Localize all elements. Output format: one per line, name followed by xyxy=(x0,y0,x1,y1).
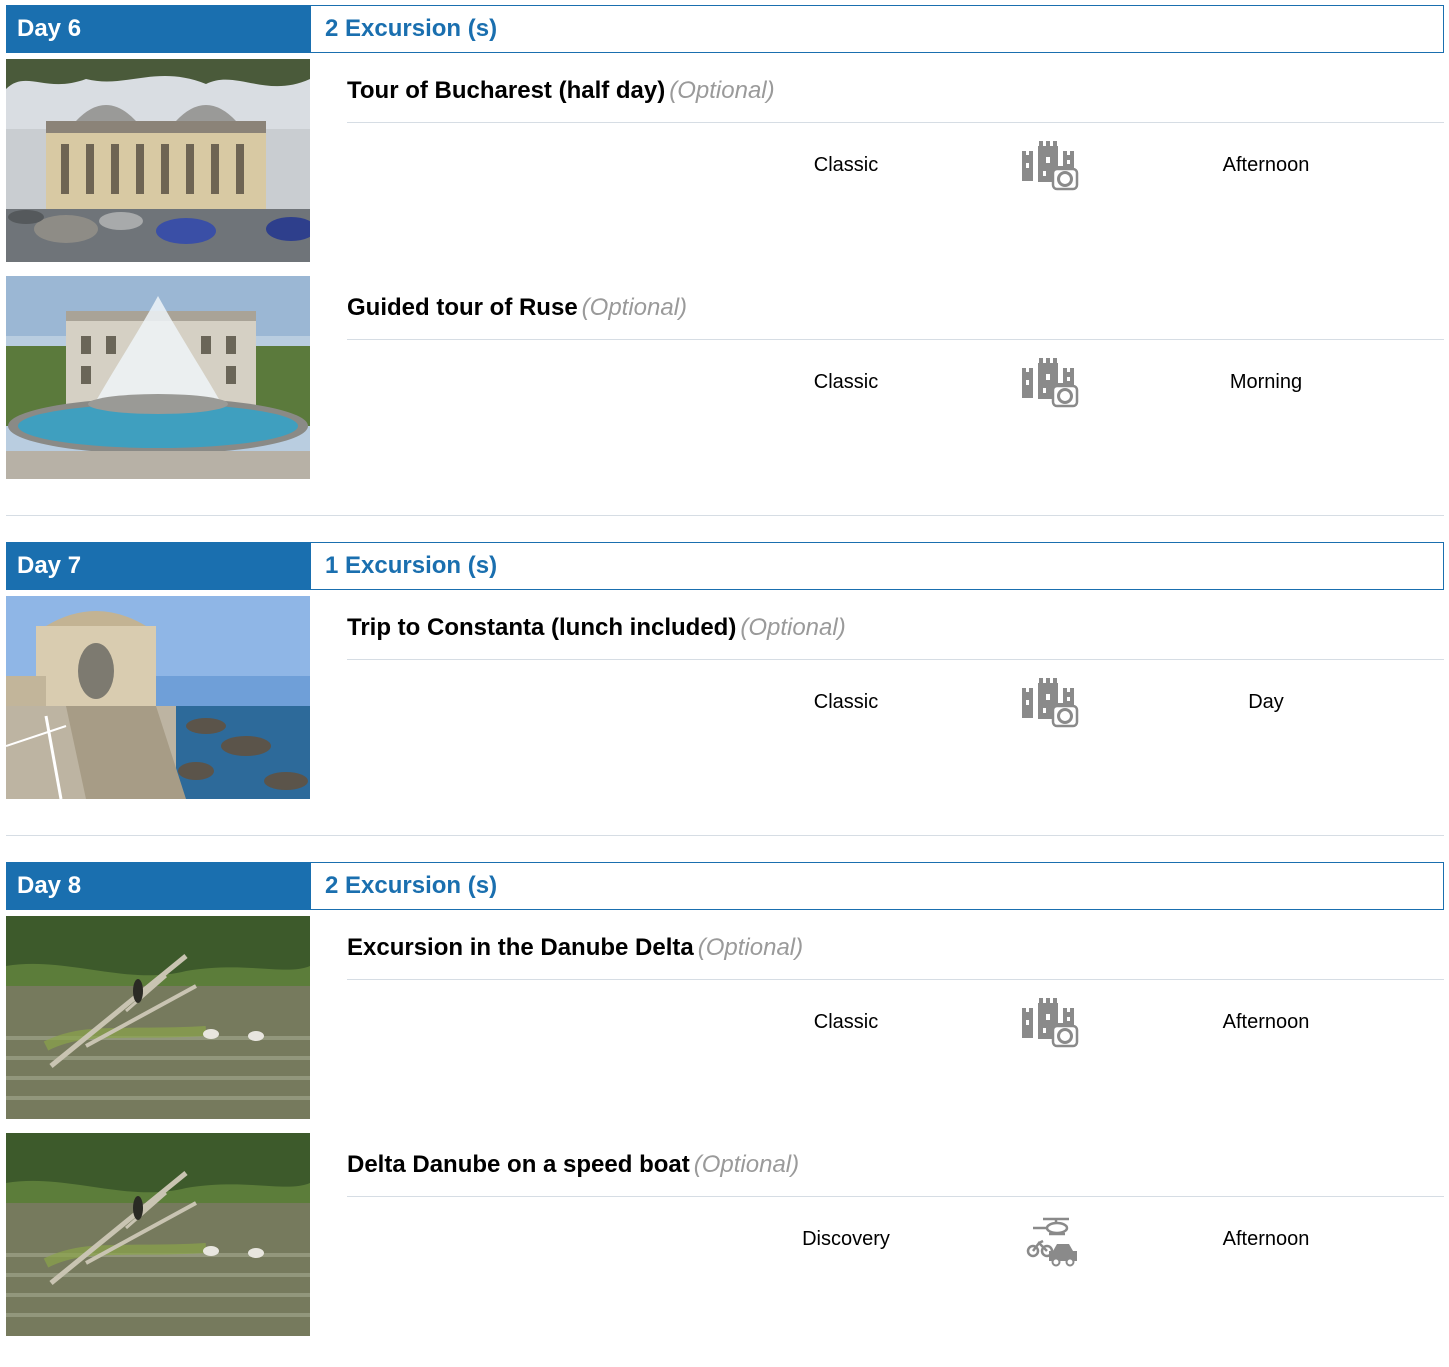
divider xyxy=(347,1196,1444,1197)
excursion-category: Classic xyxy=(813,691,879,713)
day-separator xyxy=(6,835,1444,836)
optional-tag: (Optional) xyxy=(693,1151,800,1178)
excursion-category: Classic xyxy=(813,154,879,176)
divider xyxy=(347,979,1444,980)
day-label: Day 8 xyxy=(7,863,311,909)
ruse-fountain-photo[interactable] xyxy=(6,276,310,479)
day-label: Day 7 xyxy=(7,543,311,589)
castle-camera-icon xyxy=(1019,996,1079,1052)
excursion-title[interactable]: Tour of Bucharest (half day) (Optional) xyxy=(347,77,775,105)
constanta-casino-photo[interactable] xyxy=(6,596,310,799)
optional-tag: (Optional) xyxy=(740,614,846,641)
excursion-count: 1 Excursion (s) xyxy=(325,552,498,579)
optional-tag: (Optional) xyxy=(581,294,688,321)
bucharest-palace-photo[interactable] xyxy=(6,59,310,262)
divider xyxy=(347,339,1444,340)
excursion-time: Afternoon xyxy=(1222,154,1310,176)
excursion-item[interactable]: Tour of Bucharest (half day) (Optional) C… xyxy=(6,59,1444,262)
optional-tag: (Optional) xyxy=(669,77,775,104)
excursion-item[interactable]: Trip to Constanta (lunch included) (Optio… xyxy=(6,596,1444,799)
excursion-item[interactable]: Guided tour of Ruse (Optional) Classic Mo… xyxy=(6,276,1444,479)
day-label: Day 6 xyxy=(7,6,311,52)
day-header: Day 7 1 Excursion (s) xyxy=(6,542,1444,590)
danube-delta-birds-photo[interactable] xyxy=(6,1133,310,1336)
excursion-time: Afternoon xyxy=(1222,1228,1310,1250)
excursion-count: 2 Excursion (s) xyxy=(325,15,498,42)
excursion-title[interactable]: Delta Danube on a speed boat (Optional) xyxy=(347,1151,799,1179)
day-separator xyxy=(6,515,1444,516)
excursion-category: Discovery xyxy=(802,1228,890,1250)
excursion-item[interactable]: Excursion in the Danube Delta (Optional) … xyxy=(6,916,1444,1119)
excursion-item[interactable]: Delta Danube on a speed boat (Optional) D… xyxy=(6,1133,1444,1336)
castle-camera-icon xyxy=(1019,676,1079,732)
helicopter-bike-car-icon xyxy=(1019,1213,1079,1269)
excursion-time: Day xyxy=(1248,691,1284,713)
divider xyxy=(347,122,1444,123)
excursion-time: Afternoon xyxy=(1222,1011,1310,1033)
excursion-title[interactable]: Trip to Constanta (lunch included) (Optio… xyxy=(347,614,846,642)
day-header: Day 8 2 Excursion (s) xyxy=(6,862,1444,910)
excursion-count: 2 Excursion (s) xyxy=(325,872,498,899)
day-section-8: Day 8 2 Excursion (s) xyxy=(6,862,1444,910)
excursion-category: Classic xyxy=(813,371,879,393)
optional-tag: (Optional) xyxy=(697,934,804,961)
day-header: Day 6 2 Excursion (s) xyxy=(6,5,1444,53)
day-section-7: Day 7 1 Excursion (s) xyxy=(6,542,1444,590)
excursion-title[interactable]: Guided tour of Ruse (Optional) xyxy=(347,294,687,322)
excursion-category: Classic xyxy=(813,1011,879,1033)
day-section-6: Day 6 2 Excursion (s) xyxy=(6,5,1444,53)
excursion-title[interactable]: Excursion in the Danube Delta (Optional) xyxy=(347,934,803,962)
divider xyxy=(347,659,1444,660)
castle-camera-icon xyxy=(1019,139,1079,195)
excursion-time: Morning xyxy=(1229,371,1303,393)
castle-camera-icon xyxy=(1019,356,1079,412)
danube-delta-birds-photo[interactable] xyxy=(6,916,310,1119)
